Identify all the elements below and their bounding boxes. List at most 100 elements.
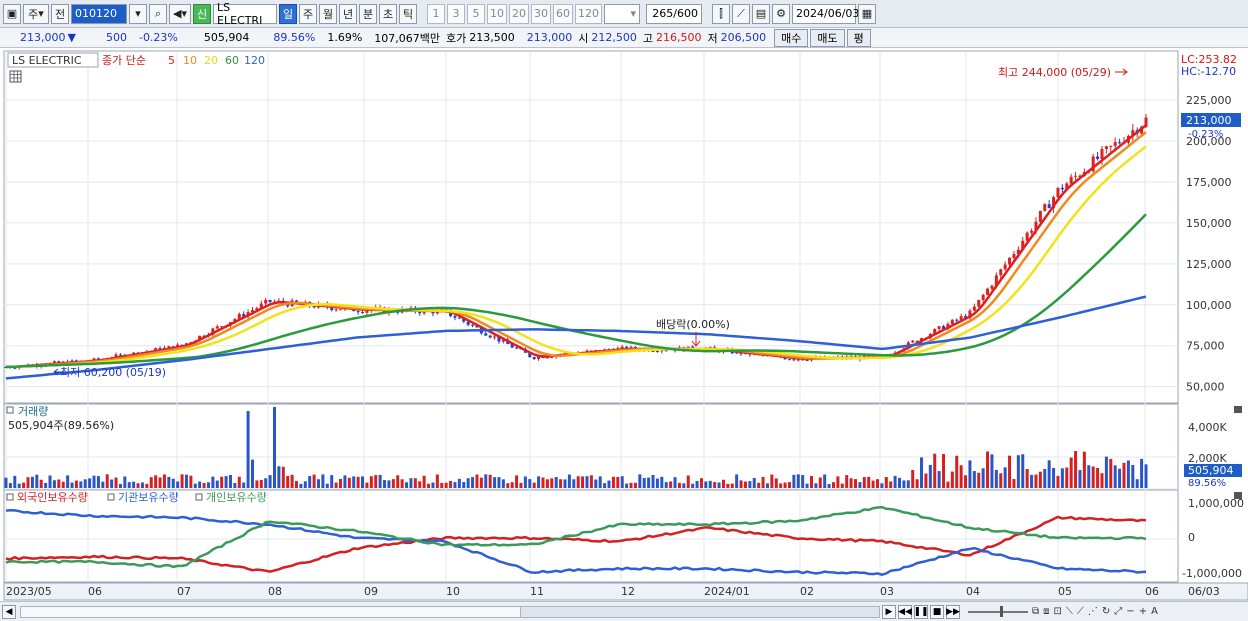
volume-panel-close-icon[interactable] [1234,406,1242,413]
new-badge[interactable]: 신 [193,3,211,24]
speed-slider[interactable] [968,605,1028,617]
tab-period-minute[interactable]: 분 [359,3,377,24]
period-select[interactable]: 주 ▾ [23,3,49,24]
candle-body [950,319,954,324]
auto-scale-icon[interactable]: A [1151,606,1158,617]
price-y-tick: 225,000 [1186,94,1232,107]
volume-bar [968,460,972,488]
volume-bar [1104,456,1108,488]
trend-icon[interactable]: ⟍ [1066,606,1073,617]
custom-interval-dropdown[interactable]: ▾ [604,3,640,24]
interval-5[interactable]: 5 [467,3,485,24]
sell-button[interactable]: 매도 [810,28,845,47]
zoom-out-icon[interactable]: − [1126,606,1134,617]
play-icon[interactable]: ▶ [882,604,896,619]
evaluate-button[interactable]: 평 [846,28,871,47]
volume-bar [713,482,717,488]
overlay-icon[interactable]: ⧉ [1032,606,1039,617]
volume-bar [977,472,981,488]
candle-body [1113,142,1117,146]
tab-period-second[interactable]: 초 [379,3,397,24]
scroll-track[interactable] [20,605,880,618]
indicator-icon[interactable]: ⊡ [1054,606,1062,617]
table-icon[interactable] [9,70,22,83]
data-count-field[interactable]: 265/600 [646,3,702,24]
volume-bar [920,457,924,488]
legend-ma-120: 120 [244,54,265,67]
x-label: 12 [621,585,635,598]
interval-3[interactable]: 3 [447,3,465,24]
rewind-icon[interactable]: ◀◀ [898,604,912,619]
volume-bar [898,477,902,488]
calendar-icon[interactable]: ▦ [858,3,876,24]
draw-tool-icon[interactable]: ⟋ [732,3,750,24]
stock-code-input[interactable]: 010120 [71,3,127,24]
volume-bar [510,482,514,488]
pause-icon[interactable]: ❚❚ [913,604,929,619]
tab-period-year[interactable]: 년 [339,3,357,24]
ask-price-1: 213,500 [469,31,515,44]
volume-bar [228,475,232,488]
stock-chart[interactable]: LS ELECTRIC 종가 단순 5 10 20 60 120 최고 244,… [0,49,1248,601]
candle-body [1060,187,1064,190]
volume-bar [471,477,475,488]
interval-1[interactable]: 1 [427,3,445,24]
save-icon[interactable]: ▤ [752,3,770,24]
interval-30[interactable]: 30 [531,3,551,24]
volume-bar [651,474,655,488]
volume-value: 505,904 [203,31,250,44]
interval-60[interactable]: 60 [553,3,573,24]
date-field[interactable]: 2024/06/03 [792,3,859,24]
candle-body [1069,176,1073,184]
tab-period-week[interactable]: 주 [299,3,317,24]
prev-button[interactable]: 전 [51,3,69,24]
volume-bar [1034,474,1038,488]
zoom-in-icon[interactable]: + [1139,606,1147,617]
volume-bar [1140,458,1144,488]
code-dropdown-icon[interactable]: ▾ [129,3,147,24]
volume-bar [1047,460,1051,488]
volume-bar [862,477,866,488]
volume-bar [506,483,510,488]
sound-icon[interactable]: ◀▾ [169,3,191,24]
volume-bar [673,477,677,488]
interval-120[interactable]: 120 [575,3,602,24]
volume-bar [136,483,140,488]
candle-body [986,288,990,295]
candle-body [1074,175,1078,177]
stop-icon[interactable]: ■ [930,604,944,619]
layout-icon[interactable]: ▣ [3,3,21,24]
volume-bar [589,475,593,488]
tab-period-tick[interactable]: 틱 [399,3,417,24]
volume-bar [123,476,127,488]
tab-period-day[interactable]: 일 [279,3,297,24]
interval-10[interactable]: 10 [487,3,507,24]
volume-bar [633,482,637,488]
signal-icon[interactable]: ⟋ [1077,606,1084,617]
volume-bar [295,481,299,488]
speed-slider-handle[interactable] [1000,605,1003,617]
compare-icon[interactable]: ⧈ [1043,606,1049,617]
volume-bar [224,476,228,488]
gear-icon[interactable]: ⚙ [772,3,790,24]
scroll-thumb[interactable] [21,606,521,617]
holdings-panel-toggle[interactable] [6,493,14,501]
volume-bar [721,479,725,488]
search-icon[interactable]: ⌕ [149,3,167,24]
volume-bar [4,477,8,488]
down-arrow-icon: ▼ [67,31,76,44]
candle-icon[interactable]: ⫿ [712,3,730,24]
zoom-fit-icon[interactable]: ⤢ [1114,606,1122,617]
buy-button[interactable]: 매수 [774,28,809,47]
trade-amount: 107,067백만 [374,31,441,45]
volume-bar [413,478,417,488]
scroll-left-icon[interactable]: ◀ [2,604,16,619]
volume-bar [1043,469,1047,488]
volume-bar [607,480,611,488]
forward-icon[interactable]: ▶▶ [946,604,960,619]
fan-icon[interactable]: ⋰ [1088,606,1098,617]
interval-20[interactable]: 20 [509,3,529,24]
volume-panel-toggle[interactable] [6,406,14,414]
cycle-icon[interactable]: ↻ [1102,606,1110,617]
tab-period-month[interactable]: 월 [319,3,337,24]
